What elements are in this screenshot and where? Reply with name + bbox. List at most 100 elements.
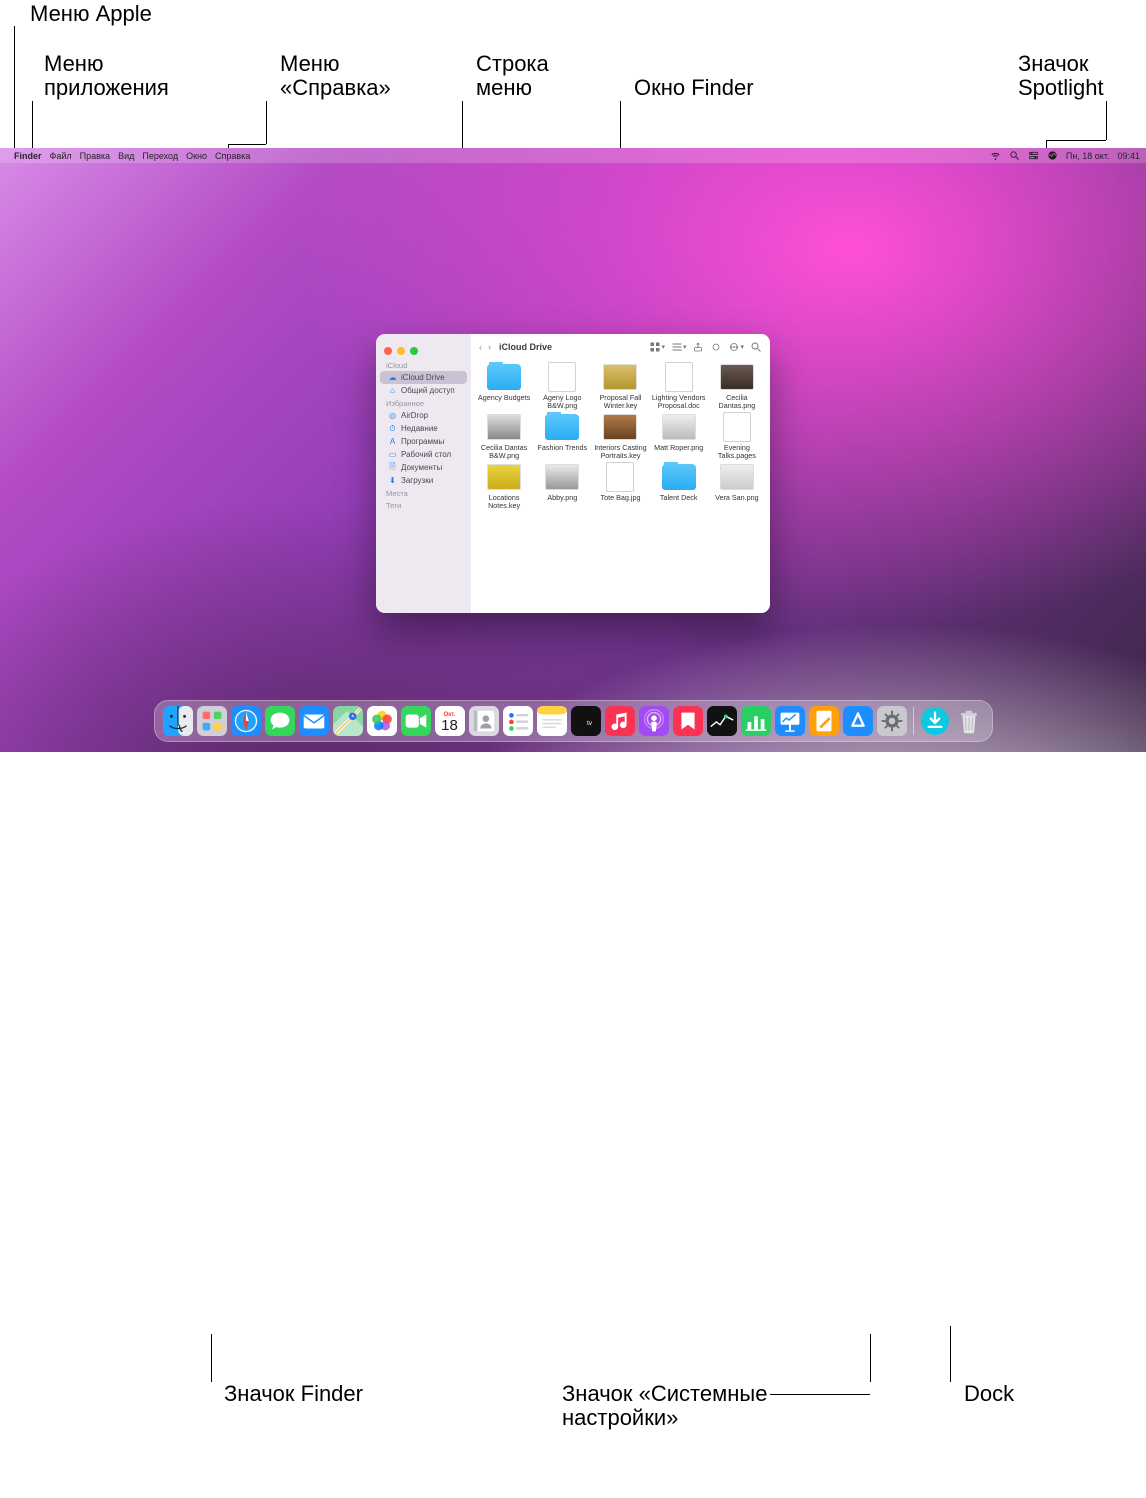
menubar: Finder Файл Правка Вид Переход Окно Спра… [0, 148, 1146, 163]
file-item[interactable]: Tote Bag.jpg [593, 462, 647, 510]
file-item[interactable]: Ageny Logo B&W.png [535, 362, 589, 410]
close-button[interactable] [384, 347, 392, 355]
people-icon: ⌂ [388, 386, 397, 395]
sidebar-item[interactable]: ☁iCloud Drive [380, 371, 467, 384]
siri-icon[interactable] [1047, 150, 1058, 161]
dock-news-icon[interactable] [673, 706, 703, 736]
file-item[interactable]: Evening Talks.pages [710, 412, 764, 460]
menu-view[interactable]: Вид [118, 151, 134, 161]
sidebar-item[interactable]: ⬇ Загрузки [380, 474, 467, 487]
sidebar-item-label: Недавние [401, 424, 438, 433]
menubar-time[interactable]: 09:41 [1117, 151, 1140, 161]
dock-system-preferences-icon[interactable] [877, 706, 907, 736]
dock-keynote-icon[interactable] [775, 706, 805, 736]
file-item[interactable]: Cecilia Dantas.png [710, 362, 764, 410]
callout-dock: Dock [964, 1382, 1014, 1406]
file-name: Proposal Fall Winter.key [593, 394, 647, 410]
sidebar-section-header: iCloud [376, 359, 471, 371]
back-button[interactable]: ‹ [479, 342, 482, 352]
file-item[interactable]: Agency Budgets [477, 362, 531, 410]
dock-tv-icon[interactable]: tv [571, 706, 601, 736]
group-icon[interactable]: ▾ [671, 341, 687, 353]
dock-trash-icon[interactable] [954, 706, 984, 736]
file-thumbnail [661, 412, 697, 442]
control-center-icon[interactable] [1028, 150, 1039, 161]
file-item[interactable]: Lighting Vendors Proposal.doc [652, 362, 706, 410]
dock-photos-icon[interactable] [367, 706, 397, 736]
menu-file[interactable]: Файл [50, 151, 72, 161]
sidebar-item[interactable]: ◎AirDrop [380, 409, 467, 422]
dock-mail-icon[interactable] [299, 706, 329, 736]
menu-edit[interactable]: Правка [80, 151, 110, 161]
search-icon[interactable] [750, 341, 762, 353]
file-name: Locations Notes.key [477, 494, 531, 510]
share-icon[interactable] [692, 341, 704, 353]
dock-calendar-icon[interactable]: Окт.18 [435, 706, 465, 736]
dock-music-icon[interactable] [605, 706, 635, 736]
file-thumbnail [602, 412, 638, 442]
file-name: Abby.png [547, 494, 577, 502]
action-icon[interactable]: ▾ [728, 341, 744, 353]
file-item[interactable]: Locations Notes.key [477, 462, 531, 510]
dock-reminders-icon[interactable] [503, 706, 533, 736]
dock-launchpad-icon[interactable] [197, 706, 227, 736]
callouts-top: Меню Apple Меню приложения Меню «Справка… [0, 0, 1146, 148]
file-item[interactable]: Talent Deck [652, 462, 706, 510]
tag-icon[interactable] [710, 341, 722, 353]
dock-downloads-icon[interactable] [920, 706, 950, 736]
sidebar-item-label: Программы [401, 437, 444, 446]
dock-finder-icon[interactable] [163, 706, 193, 736]
app-menu[interactable]: Finder [14, 151, 42, 161]
menu-go[interactable]: Переход [142, 151, 178, 161]
sidebar-item-label: iCloud Drive [401, 373, 445, 382]
menubar-date[interactable]: Пн, 18 окт. [1066, 151, 1110, 161]
view-icon[interactable]: ▾ [649, 341, 665, 353]
menu-help[interactable]: Справка [215, 151, 250, 161]
file-item[interactable]: Proposal Fall Winter.key [593, 362, 647, 410]
menu-window[interactable]: Окно [186, 151, 207, 161]
file-item[interactable]: Abby.png [535, 462, 589, 510]
dock-numbers-icon[interactable] [741, 706, 771, 736]
file-name: Ageny Logo B&W.png [535, 394, 589, 410]
dock-maps-icon[interactable] [333, 706, 363, 736]
sidebar-item-label: Документы [401, 463, 442, 472]
forward-button[interactable]: › [488, 342, 491, 352]
doc-icon: 🗎 [388, 463, 397, 472]
file-item[interactable]: Vera San.png [710, 462, 764, 510]
dock-contacts-icon[interactable] [469, 706, 499, 736]
dock-notes-icon[interactable] [537, 706, 567, 736]
file-name: Cecilia Dantas.png [710, 394, 764, 410]
finder-sidebar: iCloud☁iCloud Drive⌂Общий доступИзбранно… [376, 334, 471, 613]
sidebar-item[interactable]: AПрограммы [380, 435, 467, 448]
file-item[interactable]: Fashion Trends [535, 412, 589, 460]
dock-podcasts-icon[interactable] [639, 706, 669, 736]
finder-window[interactable]: iCloud☁iCloud Drive⌂Общий доступИзбранно… [376, 334, 770, 613]
file-name: Matt Roper.png [654, 444, 703, 452]
dock-appstore-icon[interactable] [843, 706, 873, 736]
window-controls [376, 340, 471, 359]
dock-stocks-icon[interactable] [707, 706, 737, 736]
minimize-button[interactable] [397, 347, 405, 355]
dock-safari-icon[interactable] [231, 706, 261, 736]
wifi-icon[interactable] [990, 150, 1001, 161]
file-thumbnail [719, 362, 755, 392]
dock-messages-icon[interactable] [265, 706, 295, 736]
zoom-button[interactable] [410, 347, 418, 355]
sidebar-item-label: Загрузки [401, 476, 433, 485]
file-thumbnail [719, 462, 755, 492]
callout-menubar: Строка меню [476, 52, 549, 100]
file-item[interactable]: Cecilia Dantas B&W.png [477, 412, 531, 460]
callout-apple-menu: Меню Apple [30, 2, 152, 26]
sidebar-item[interactable]: ▭Рабочий стол [380, 448, 467, 461]
spotlight-icon[interactable] [1009, 150, 1020, 161]
dock-facetime-icon[interactable] [401, 706, 431, 736]
sidebar-item[interactable]: ⏱Недавние [380, 422, 467, 435]
file-item[interactable]: Matt Roper.png [652, 412, 706, 460]
callout-spotlight: Значок Spotlight [1018, 52, 1104, 100]
file-item[interactable]: Interiors Casting Portraits.key [593, 412, 647, 460]
downloads-icon: ⬇ [388, 476, 397, 485]
file-thumbnail [486, 462, 522, 492]
sidebar-item[interactable]: 🗎 Документы [380, 461, 467, 474]
dock-pages-icon[interactable] [809, 706, 839, 736]
sidebar-item[interactable]: ⌂Общий доступ [380, 384, 467, 397]
